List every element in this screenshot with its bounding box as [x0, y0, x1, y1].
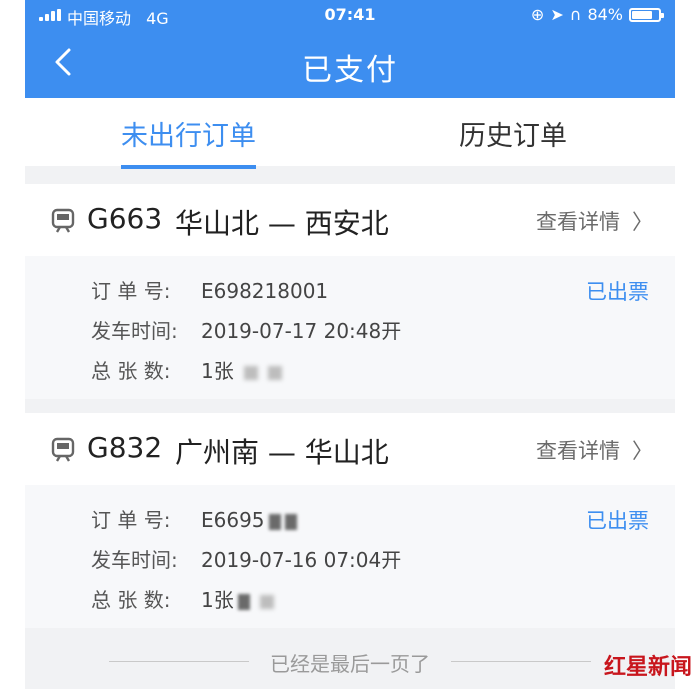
order-card[interactable]: G663 华山北 — 西安北 查看详情〉 已出票 订 单 号: E69821800… [25, 184, 675, 399]
ticket-count-row: 总 张 数: 1张 [91, 355, 282, 384]
location-icon: ➤ [550, 5, 564, 24]
tab-bar: 未出行订单 历史订单 [25, 98, 675, 169]
battery-fill [632, 10, 653, 19]
order-number-row: 订 单 号: E698218001 [91, 275, 328, 304]
order-header: G832 广州南 — 华山北 查看详情〉 [25, 413, 675, 485]
order-card[interactable]: G832 广州南 — 华山北 查看详情〉 已出票 订 单 号: E6695 发车时… [25, 413, 675, 628]
route: 广州南 — 华山北 [175, 436, 389, 469]
view-detail-label: 查看详情 [536, 210, 620, 234]
chevron-right-icon: 〉 [632, 439, 653, 463]
tab-history-orders[interactable]: 历史订单 [459, 114, 567, 153]
status-bar: 中国移动 4G 07:41 ⊕ ➤ ∩ 84% [25, 0, 675, 30]
list-end-footer: 已经是最后一页了 [25, 628, 675, 689]
train-icon [51, 437, 75, 462]
depart-time-value: 2019-07-16 07:04开 [201, 548, 402, 572]
depart-time-label: 发车时间: [91, 548, 178, 572]
train-number: G663 [87, 202, 163, 235]
view-detail-link[interactable]: 查看详情〉 [536, 206, 653, 236]
depart-time-value: 2019-07-17 20:48开 [201, 319, 402, 343]
status-right: ⊕ ➤ ∩ 84% [530, 5, 664, 24]
train-icon [51, 208, 75, 233]
redacted-block [268, 513, 281, 530]
ticket-count-label: 总 张 数: [91, 588, 171, 612]
ticket-status: 已出票 [586, 509, 649, 533]
ticket-count-label: 总 张 数: [91, 359, 171, 383]
ticket-count-value: 1张 [201, 359, 234, 383]
end-of-list-text: 已经是最后一页了 [270, 652, 430, 676]
route: 华山北 — 西安北 [175, 207, 389, 240]
train-number: G832 [87, 431, 163, 464]
order-body: 已出票 订 单 号: E698218001 发车时间: 2019-07-17 20:… [25, 256, 675, 399]
depart-time-row: 发车时间: 2019-07-16 07:04开 [91, 544, 401, 573]
order-number-value: E698218001 [201, 279, 329, 303]
view-detail-link[interactable]: 查看详情〉 [536, 435, 653, 465]
phone-screen: 中国移动 4G 07:41 ⊕ ➤ ∩ 84% 已支付 未出行订单 历史订单 G… [25, 0, 675, 689]
redacted-block [259, 594, 274, 609]
depart-time-label: 发车时间: [91, 319, 178, 343]
battery-percent: 84% [587, 5, 623, 24]
chevron-right-icon: 〉 [632, 210, 653, 234]
redacted-block [243, 365, 258, 380]
order-number-label: 订 单 号: [91, 508, 171, 532]
order-header: G663 华山北 — 西安北 查看详情〉 [25, 184, 675, 256]
tab-upcoming-orders[interactable]: 未出行订单 [121, 114, 256, 169]
nav-bar: 已支付 [25, 30, 675, 98]
ticket-count-value: 1张 [201, 588, 234, 612]
ticket-status: 已出票 [586, 280, 649, 304]
view-detail-label: 查看详情 [536, 439, 620, 463]
battery-icon [629, 7, 664, 22]
depart-time-row: 发车时间: 2019-07-17 20:48开 [91, 315, 401, 344]
order-number-value: E6695 [201, 508, 265, 532]
watermark-logo: 红星新闻 [603, 654, 692, 680]
headphones-icon: ∩ [569, 5, 582, 24]
redacted-block [267, 365, 282, 380]
app-header: 中国移动 4G 07:41 ⊕ ➤ ∩ 84% 已支付 [25, 0, 675, 98]
rotation-lock-icon: ⊕ [530, 5, 545, 24]
divider [451, 661, 591, 662]
redacted-block [237, 593, 250, 610]
order-body: 已出票 订 单 号: E6695 发车时间: 2019-07-16 07:04开 总… [25, 485, 675, 628]
order-number-label: 订 单 号: [91, 279, 171, 303]
redacted-block [284, 513, 297, 530]
order-number-row: 订 单 号: E6695 [91, 504, 297, 533]
page-title: 已支付 [302, 53, 398, 88]
ticket-count-row: 总 张 数: 1张 [91, 584, 274, 613]
